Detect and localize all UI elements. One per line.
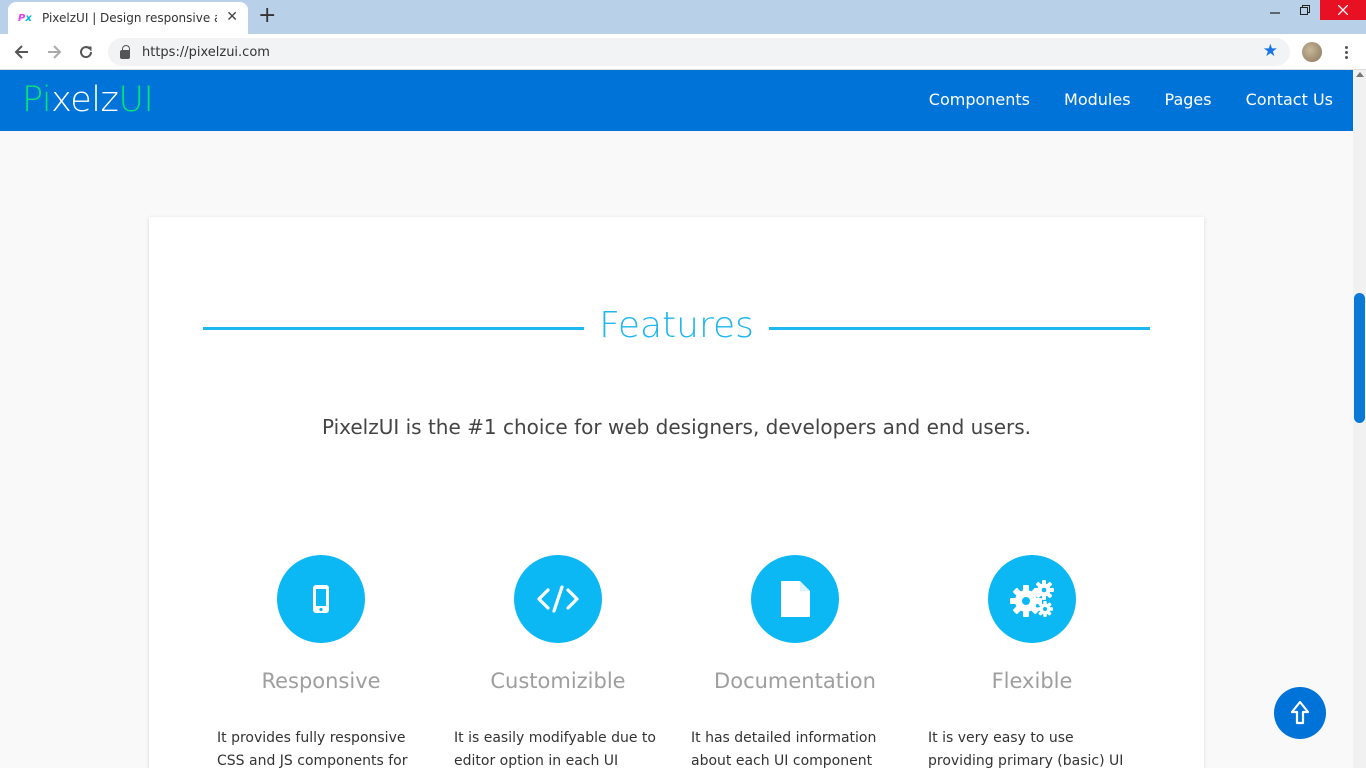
feature-customizible: Customizible It is easily modifyable due…	[450, 555, 687, 768]
new-tab-button[interactable]: +	[258, 4, 276, 28]
lock-icon	[120, 44, 130, 59]
browser-menu-button[interactable]	[1336, 42, 1356, 62]
back-button[interactable]	[10, 40, 34, 64]
nav-components[interactable]: Components	[929, 90, 1030, 109]
pixelzui-favicon-icon: Px	[18, 12, 32, 24]
pixelzui-logo[interactable]: PixelzUI	[22, 80, 154, 120]
restore-icon	[1300, 5, 1310, 15]
feature-title: Responsive	[261, 669, 381, 693]
features-heading-row: Features	[203, 305, 1150, 349]
scroll-to-top-button[interactable]	[1274, 687, 1326, 739]
nav-pages[interactable]: Pages	[1165, 90, 1212, 109]
code-icon	[514, 555, 602, 643]
gears-icon	[988, 555, 1076, 643]
site-header: PixelzUI Components Modules Pages Contac…	[0, 70, 1353, 131]
address-bar[interactable]: https://pixelzui.com ★	[108, 38, 1290, 66]
feature-description: It is easily modifyable due to editor op…	[454, 730, 656, 768]
feature-responsive: Responsive It provides fully responsive …	[213, 555, 450, 768]
features-tagline: PixelzUI is the #1 choice for web design…	[321, 415, 1032, 439]
tab-title: PixelzUI | Design responsive and	[42, 11, 217, 25]
forward-button[interactable]	[42, 40, 66, 64]
page-scrollbar[interactable]	[1353, 70, 1366, 768]
feature-title: Customizible	[490, 669, 626, 693]
scroll-up-arrow-icon[interactable]	[1356, 72, 1364, 77]
features-heading: Features	[599, 305, 754, 346]
window-controls	[1260, 0, 1366, 20]
arrow-left-icon	[14, 45, 28, 59]
browser-tab[interactable]: Px PixelzUI | Design responsive and ✕	[8, 2, 248, 34]
feature-documentation: Documentation It has detailed informatio…	[687, 555, 924, 768]
feature-title: Documentation	[714, 669, 876, 693]
restore-button[interactable]	[1290, 0, 1320, 20]
url-text: https://pixelzui.com	[142, 44, 270, 60]
main-nav: Components Modules Pages Contact Us	[929, 90, 1333, 109]
reload-button[interactable]	[74, 40, 98, 64]
nav-contact-us[interactable]: Contact Us	[1246, 90, 1333, 109]
close-window-button[interactable]	[1320, 0, 1366, 20]
reload-icon	[80, 46, 93, 59]
document-icon	[751, 555, 839, 643]
nav-modules[interactable]: Modules	[1064, 90, 1131, 109]
profile-avatar[interactable]	[1302, 42, 1322, 62]
features-card: Features PixelzUI is the #1 choice for w…	[149, 217, 1204, 768]
feature-title: Flexible	[991, 669, 1073, 693]
tab-close-icon[interactable]: ✕	[226, 9, 238, 25]
arrow-up-icon	[1290, 700, 1310, 725]
feature-description: It is very easy to use providing primary…	[928, 730, 1124, 768]
feature-description: It has detailed information about each U…	[691, 730, 877, 768]
feature-flexible: Flexible It is very easy to use providin…	[924, 555, 1161, 768]
scrollbar-thumb[interactable]	[1354, 293, 1365, 423]
features-list: Responsive It provides fully responsive …	[213, 555, 1161, 768]
mobile-icon	[277, 555, 365, 643]
browser-tabbar: Px PixelzUI | Design responsive and ✕ +	[0, 0, 1366, 34]
bookmark-star-icon[interactable]: ★	[1263, 41, 1278, 61]
close-icon	[1338, 5, 1348, 15]
arrow-right-icon	[48, 45, 62, 59]
browser-toolbar: https://pixelzui.com ★	[0, 34, 1366, 70]
feature-description: It provides fully responsive CSS and JS …	[217, 730, 408, 768]
minimize-icon	[1270, 12, 1280, 14]
minimize-button[interactable]	[1260, 0, 1290, 20]
